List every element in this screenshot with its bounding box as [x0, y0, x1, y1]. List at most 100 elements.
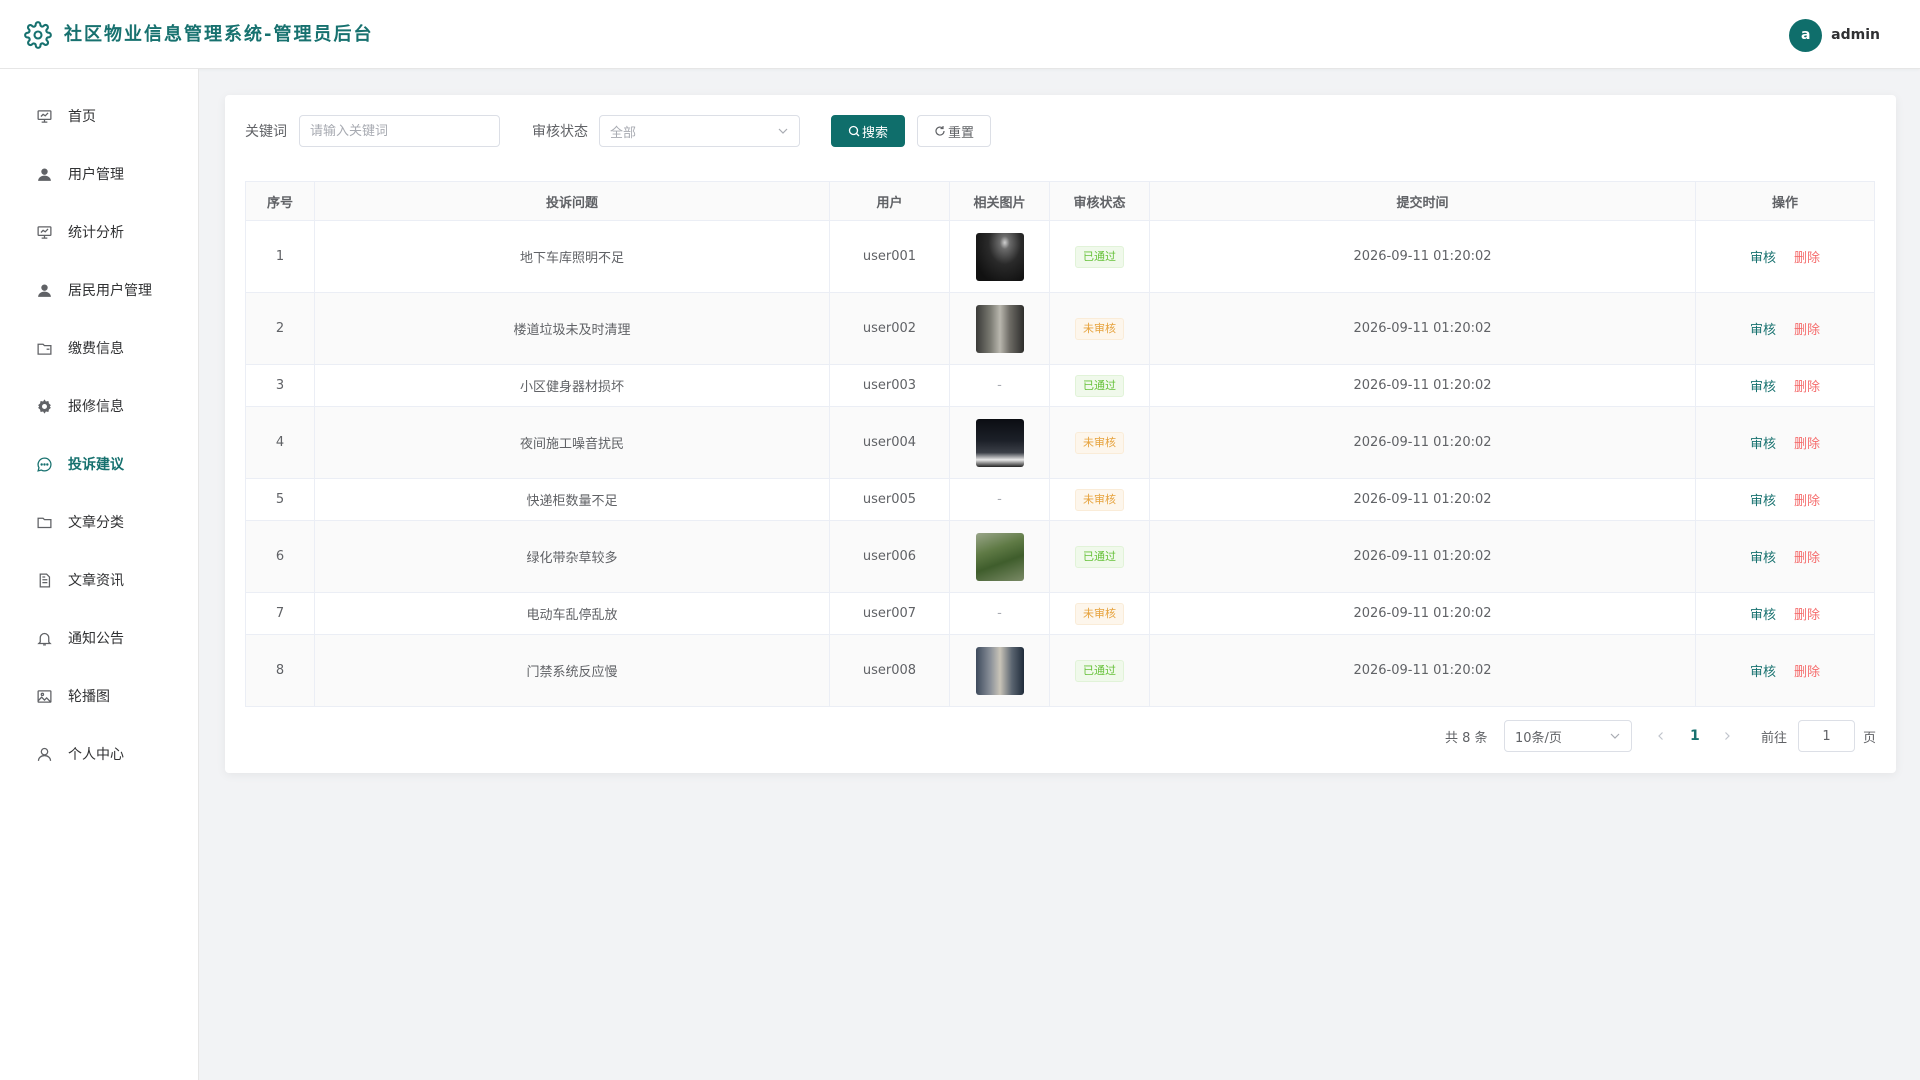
no-image-placeholder: -	[997, 378, 1002, 393]
issue-cell: 小区健身器材损坏	[314, 364, 830, 407]
review-link[interactable]: 审核	[1750, 437, 1776, 452]
column-header: 投诉问题	[314, 181, 830, 221]
sidebar-item-article-categories[interactable]: 文章分类	[0, 493, 198, 551]
avatar[interactable]: a	[1789, 18, 1823, 52]
delete-link[interactable]: 删除	[1794, 494, 1820, 509]
page-size-select[interactable]: 10条/页	[1504, 720, 1632, 752]
sidebar-item-home[interactable]: 首页	[0, 87, 198, 145]
issue-cell: 夜间施工噪音扰民	[314, 406, 830, 479]
keyword-input[interactable]	[299, 115, 500, 147]
gear-icon	[35, 397, 53, 415]
review-link[interactable]: 审核	[1750, 380, 1776, 395]
image-cell	[949, 292, 1050, 365]
time-cell: 2026-09-11 01:20:02	[1149, 292, 1696, 365]
prev-page-button[interactable]	[1656, 725, 1668, 747]
status-select[interactable]: 全部	[599, 115, 800, 147]
table-row: 7 电动车乱停乱放 user007 - 未审核 2026-09-11 01:20…	[245, 592, 1875, 635]
status-badge: 未审核	[1075, 431, 1124, 454]
review-link[interactable]: 审核	[1750, 665, 1776, 680]
complaint-thumbnail[interactable]	[975, 304, 1024, 353]
bell-icon	[35, 629, 53, 647]
column-header: 序号	[245, 181, 315, 221]
status-cell: 已通过	[1049, 220, 1150, 293]
chat-icon	[35, 455, 53, 473]
goto-page-input[interactable]: 1	[1798, 720, 1855, 752]
sidebar-item-repairs[interactable]: 报修信息	[0, 377, 198, 435]
row-number: 2	[245, 292, 315, 365]
row-number: 3	[245, 364, 315, 407]
sidebar-item-user-management[interactable]: 用户管理	[0, 145, 198, 203]
search-button[interactable]: 搜索	[831, 115, 905, 147]
sidebar-item-statistics[interactable]: 统计分析	[0, 203, 198, 261]
time-cell: 2026-09-11 01:20:02	[1149, 478, 1696, 521]
user-cell: user002	[829, 292, 950, 365]
time-cell: 2026-09-11 01:20:02	[1149, 406, 1696, 479]
pagination-total: 共 8 条	[1445, 730, 1488, 746]
monitor-icon	[35, 107, 53, 125]
sidebar-item-complaints[interactable]: 投诉建议	[0, 435, 198, 493]
sidebar-item-residents[interactable]: 居民用户管理	[0, 261, 198, 319]
status-badge: 已通过	[1075, 245, 1124, 268]
actions-cell: 审核 删除	[1695, 220, 1875, 293]
sidebar-item-profile[interactable]: 个人中心	[0, 725, 198, 783]
delete-link[interactable]: 删除	[1794, 665, 1820, 680]
status-cell: 未审核	[1049, 406, 1150, 479]
wallet-icon	[35, 339, 53, 357]
delete-link[interactable]: 删除	[1794, 323, 1820, 338]
review-link[interactable]: 审核	[1750, 551, 1776, 566]
document-icon	[35, 571, 53, 589]
review-link[interactable]: 审核	[1750, 608, 1776, 623]
image-cell	[949, 220, 1050, 293]
issue-cell: 门禁系统反应慢	[314, 634, 830, 707]
status-cell: 未审核	[1049, 292, 1150, 365]
sidebar-item-carousel[interactable]: 轮播图	[0, 667, 198, 725]
actions-cell: 审核 删除	[1695, 292, 1875, 365]
sidebar-item-label: 用户管理	[68, 167, 124, 183]
table-row: 8 门禁系统反应慢 user008 已通过 2026-09-11 01:20:0…	[245, 634, 1875, 707]
row-number: 5	[245, 478, 315, 521]
image-cell	[949, 406, 1050, 479]
complaint-thumbnail[interactable]	[975, 418, 1024, 467]
delete-link[interactable]: 删除	[1794, 380, 1820, 395]
goto-label: 前往	[1761, 730, 1788, 746]
delete-link[interactable]: 删除	[1794, 608, 1820, 623]
sidebar-item-articles[interactable]: 文章资讯	[0, 551, 198, 609]
chart-icon	[35, 223, 53, 241]
delete-link[interactable]: 删除	[1794, 551, 1820, 566]
actions-cell: 审核 删除	[1695, 406, 1875, 479]
username[interactable]: admin	[1831, 27, 1880, 43]
issue-cell: 绿化带杂草较多	[314, 520, 830, 593]
complaint-thumbnail[interactable]	[975, 232, 1024, 281]
review-link[interactable]: 审核	[1750, 251, 1776, 266]
user-cell: user006	[829, 520, 950, 593]
sidebar: 首页 用户管理 统计分析 居民用户管理 缴费信息 报修信息 投诉建议 文章分类 …	[0, 69, 199, 1080]
keyword-input-field[interactable]	[310, 123, 499, 139]
time-cell: 2026-09-11 01:20:02	[1149, 520, 1696, 593]
row-number: 4	[245, 406, 315, 479]
chevron-right-icon	[1725, 732, 1730, 740]
complaint-thumbnail[interactable]	[975, 532, 1024, 581]
column-header: 操作	[1695, 181, 1875, 221]
no-image-placeholder: -	[997, 492, 1002, 507]
table-row: 5 快递柜数量不足 user005 - 未审核 2026-09-11 01:20…	[245, 478, 1875, 521]
row-number: 1	[245, 220, 315, 293]
column-header: 提交时间	[1149, 181, 1696, 221]
gear-logo-icon	[24, 21, 52, 49]
reset-button[interactable]: 重置	[917, 115, 991, 147]
table-header-row: 序号 投诉问题 用户 相关图片 审核状态 提交时间 操作	[245, 181, 1875, 221]
current-page[interactable]: 1	[1690, 725, 1700, 747]
actions-cell: 审核 删除	[1695, 592, 1875, 635]
sidebar-item-payments[interactable]: 缴费信息	[0, 319, 198, 377]
delete-link[interactable]: 删除	[1794, 251, 1820, 266]
review-link[interactable]: 审核	[1750, 494, 1776, 509]
delete-link[interactable]: 删除	[1794, 437, 1820, 452]
search-button-label: 搜索	[861, 125, 888, 141]
status-badge: 已通过	[1075, 659, 1124, 682]
complaint-thumbnail[interactable]	[975, 646, 1024, 695]
user-menu[interactable]: a admin	[1789, 18, 1880, 52]
sidebar-item-notices[interactable]: 通知公告	[0, 609, 198, 667]
table-row: 6 绿化带杂草较多 user006 已通过 2026-09-11 01:20:0…	[245, 520, 1875, 593]
review-link[interactable]: 审核	[1750, 323, 1776, 338]
status-cell: 已通过	[1049, 634, 1150, 707]
next-page-button[interactable]	[1722, 725, 1734, 747]
